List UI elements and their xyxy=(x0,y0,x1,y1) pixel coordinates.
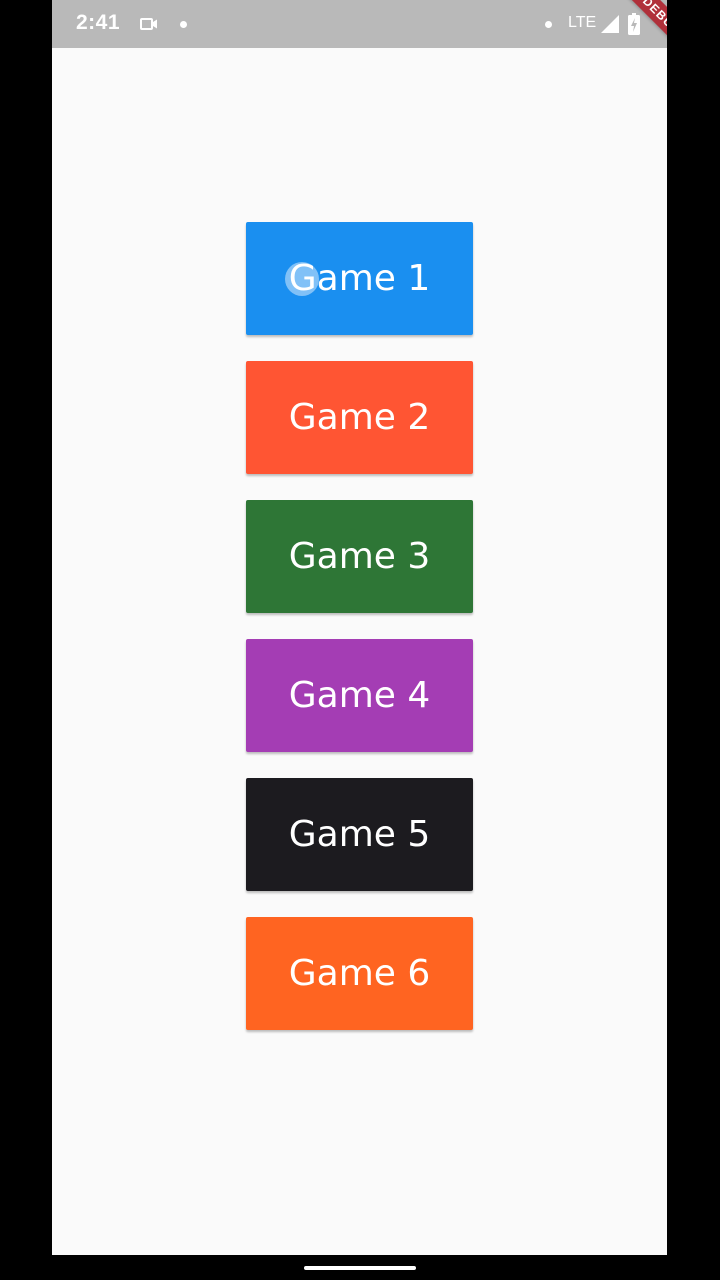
game-5-button[interactable]: Game 5 xyxy=(246,778,473,891)
game-3-button[interactable]: Game 3 xyxy=(246,500,473,613)
home-indicator[interactable] xyxy=(304,1266,416,1270)
game-1-button[interactable]: Game 1 xyxy=(246,222,473,335)
signal-icon xyxy=(600,14,620,34)
game-2-label: Game 2 xyxy=(288,397,431,438)
status-bar: 2:41 LTE xyxy=(52,0,667,48)
status-time: 2:41 xyxy=(76,11,121,34)
game-4-button[interactable]: Game 4 xyxy=(246,639,473,752)
game-6-label: Game 6 xyxy=(288,953,431,994)
notification-dot-icon xyxy=(180,21,187,28)
network-type: LTE xyxy=(568,14,597,31)
dot-icon xyxy=(545,21,552,28)
video-camera-icon xyxy=(140,17,158,31)
battery-icon xyxy=(628,13,640,35)
game-4-label: Game 4 xyxy=(288,675,431,716)
touch-ripple-icon xyxy=(285,262,319,296)
game-6-button[interactable]: Game 6 xyxy=(246,917,473,1030)
game-3-label: Game 3 xyxy=(288,536,431,577)
game-2-button[interactable]: Game 2 xyxy=(246,361,473,474)
app-screen: 2:41 LTE DEBUG Game 1 Game 2 Game 3 Game… xyxy=(52,0,667,1255)
game-5-label: Game 5 xyxy=(288,814,431,855)
game-list: Game 1 Game 2 Game 3 Game 4 Game 5 Game … xyxy=(246,222,473,1056)
